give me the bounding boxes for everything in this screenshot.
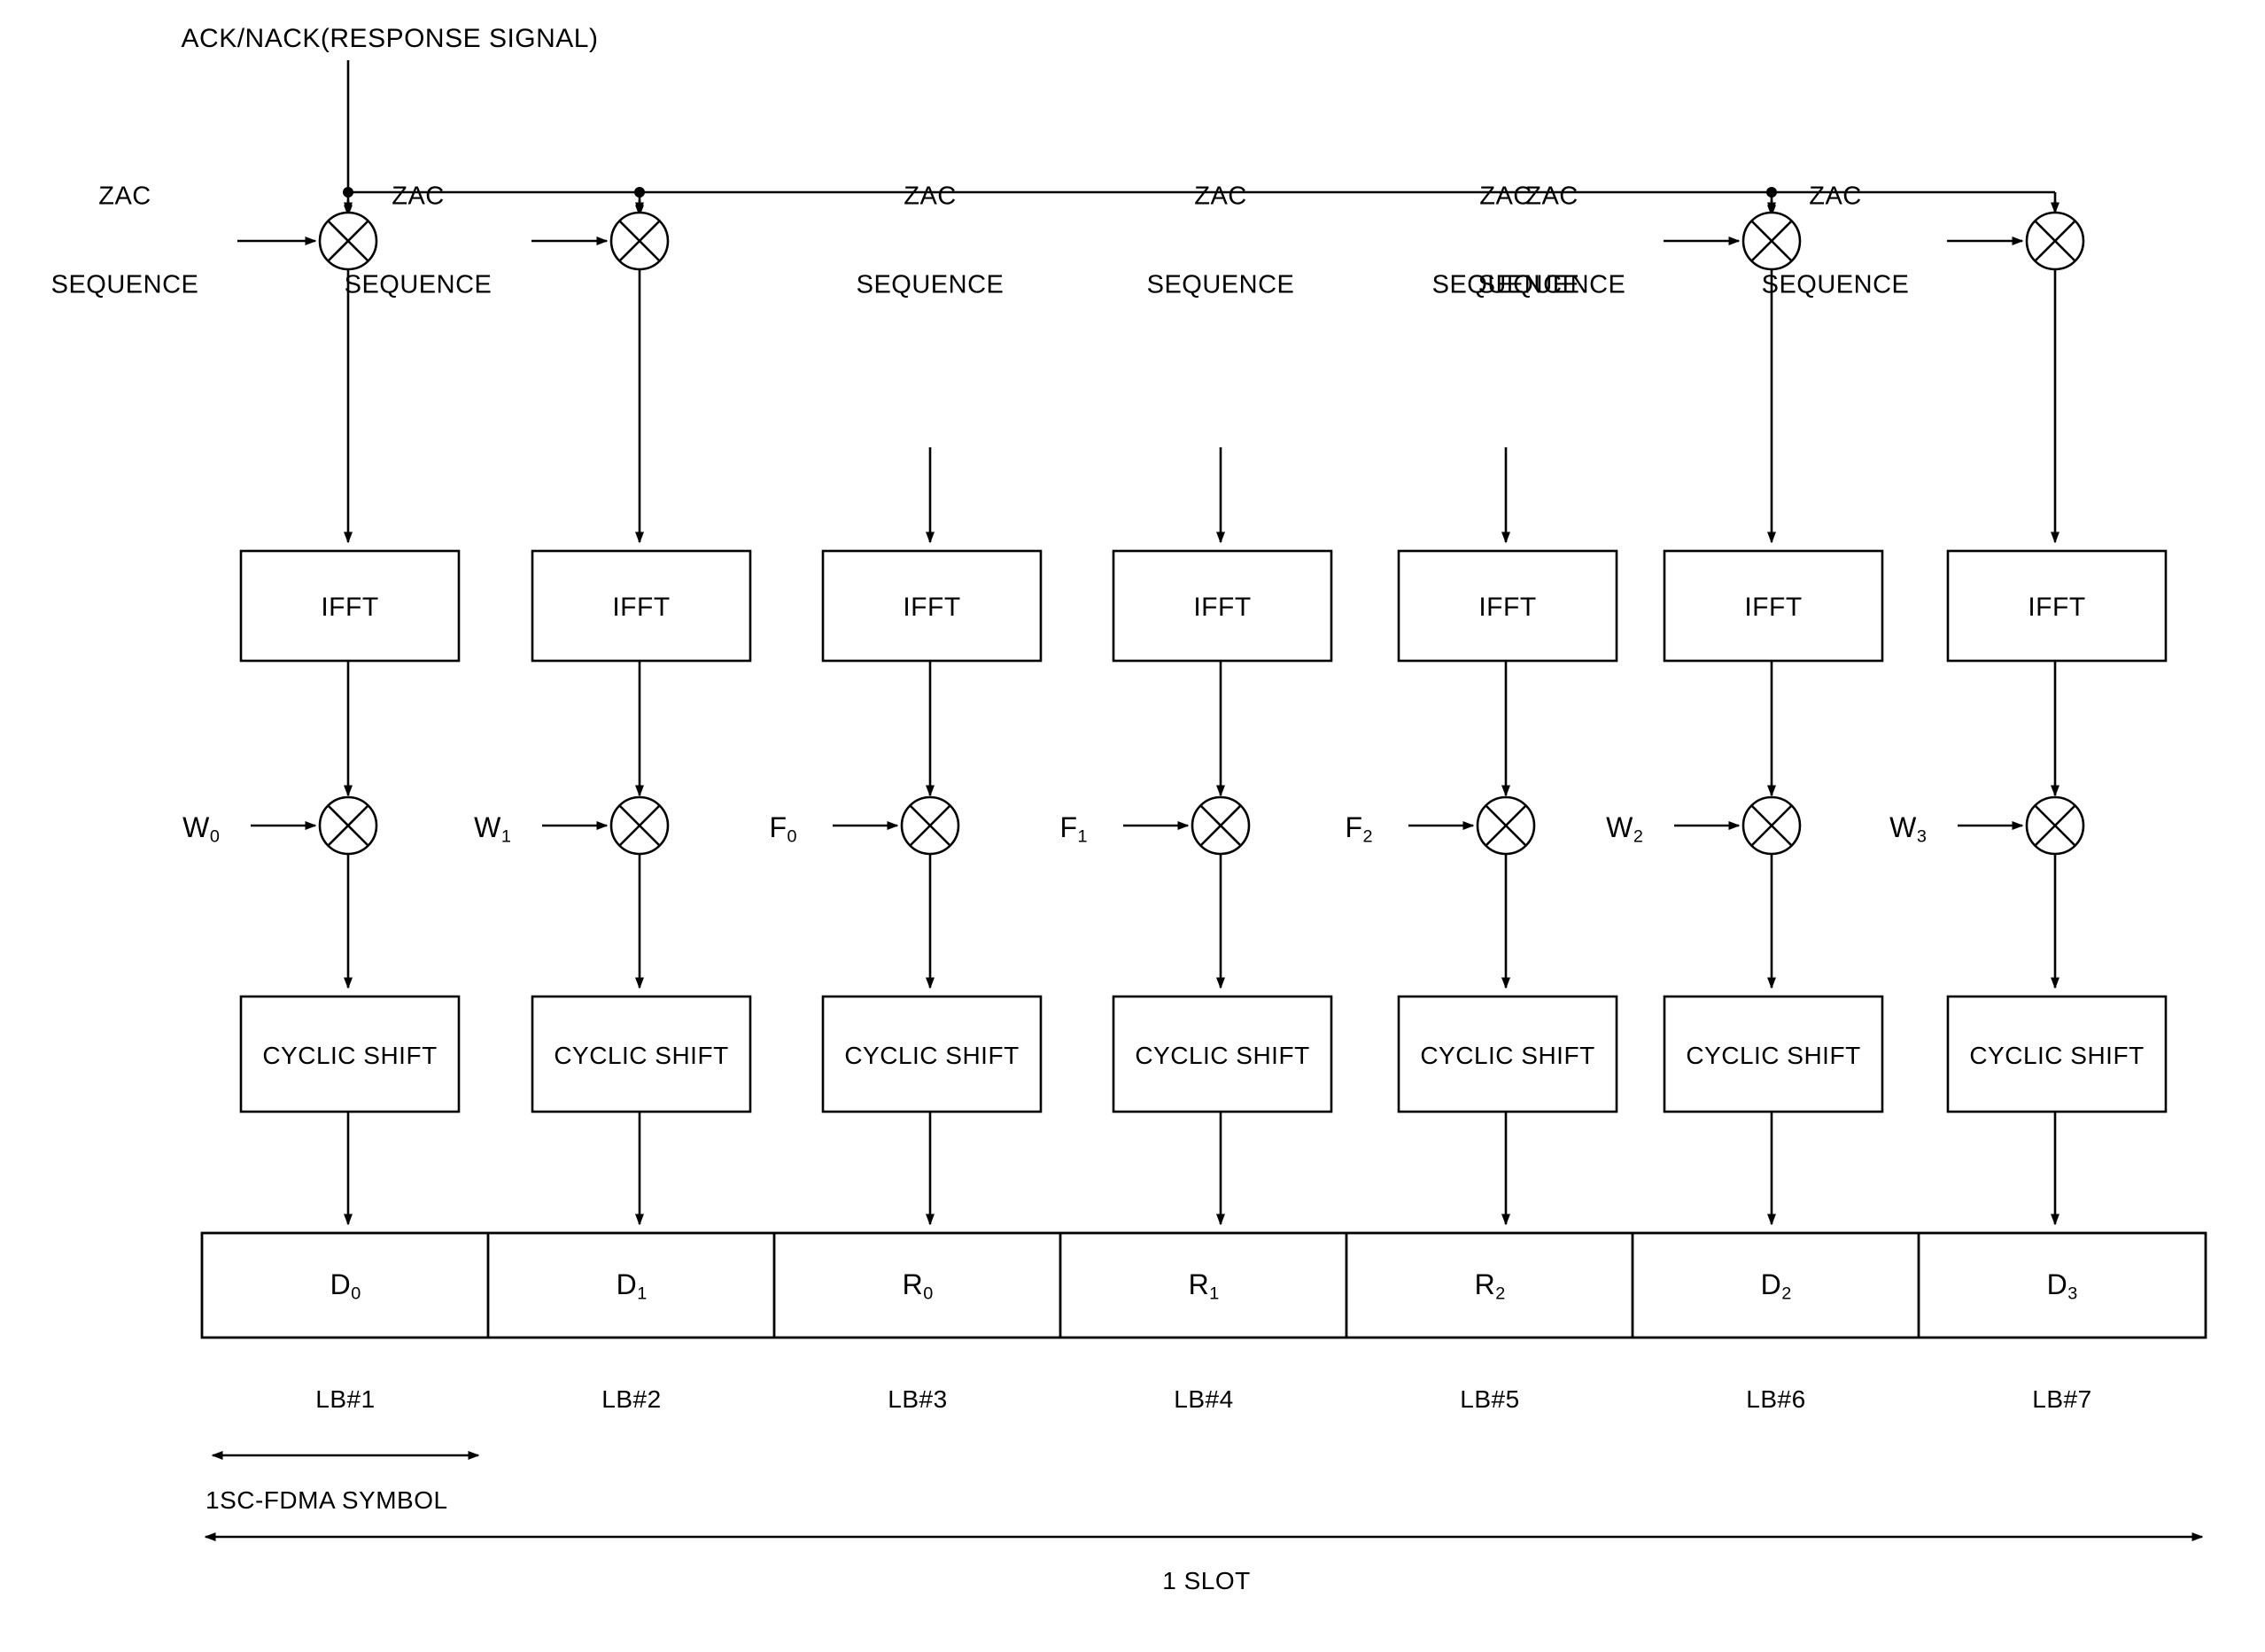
zac-line-1: ZAC [98, 182, 151, 211]
lb-label-4: LB#4 [1174, 1384, 1234, 1413]
zac-line-2: SEQUENCE [1478, 270, 1626, 299]
zac-sequence-label-col-6: ZAC SEQUENCE [1478, 123, 1626, 360]
ifft-label-col-3: IFFT [903, 592, 961, 622]
cell-subscript: 0 [351, 1284, 361, 1304]
weight-subscript: 2 [1362, 826, 1373, 847]
cyclic-shift-label-col-3: CYCLIC SHIFT [844, 1041, 1020, 1069]
weight-subscript: 0 [209, 826, 220, 847]
cell-symbol: R [902, 1268, 924, 1300]
lb-label-7: LB#7 [2032, 1384, 2092, 1413]
slot-cell-label-6: D2 [1761, 1268, 1792, 1304]
weight-subscript: 3 [1916, 826, 1927, 847]
one-slot-annotation: 1 SLOT [1162, 1566, 1251, 1594]
zac-sequence-label-col-1: ZAC SEQUENCE [51, 123, 199, 360]
ifft-label-col-6: IFFT [1744, 592, 1803, 622]
cell-subscript: 1 [1209, 1284, 1220, 1304]
zac-line-1: ZAC [1194, 182, 1247, 211]
zac-line-1: ZAC [1809, 182, 1862, 211]
zac-sequence-label-col-4: ZAC SEQUENCE [1147, 123, 1295, 360]
cell-symbol: R [1474, 1268, 1496, 1300]
sc-fdma-symbol-annotation: 1SC-FDMA SYMBOL [206, 1486, 448, 1514]
weight-label-col-1: W0 [182, 811, 220, 847]
cell-subscript: 0 [923, 1284, 934, 1304]
weight-symbol: F [1345, 810, 1363, 843]
slot-cell-label-2: D1 [617, 1268, 648, 1304]
cyclic-shift-label-col-2: CYCLIC SHIFT [554, 1041, 729, 1069]
lb-label-3: LB#3 [888, 1384, 948, 1413]
cell-symbol: D [330, 1268, 352, 1300]
cell-subscript: 2 [1495, 1284, 1506, 1304]
slot-cell-label-5: R2 [1475, 1268, 1506, 1304]
zac-sequence-label-col-7: ZAC SEQUENCE [1762, 123, 1910, 360]
junction-dot-col-2 [634, 187, 645, 198]
zac-line-2: SEQUENCE [344, 270, 493, 299]
weight-subscript: 1 [1077, 826, 1088, 847]
zac-sequence-label-col-2: ZAC SEQUENCE [345, 123, 493, 360]
cyclic-shift-label-col-6: CYCLIC SHIFT [1686, 1041, 1861, 1069]
ifft-label-col-1: IFFT [321, 592, 379, 622]
weight-symbol: W [182, 810, 210, 843]
lb-label-2: LB#2 [601, 1384, 662, 1413]
weight-symbol: F [1059, 810, 1078, 843]
weight-label-col-4: F1 [1059, 811, 1087, 847]
weight-label-col-5: F2 [1345, 811, 1372, 847]
lb-label-1: LB#1 [315, 1384, 376, 1413]
weight-label-col-6: W2 [1606, 811, 1643, 847]
zac-line-1: ZAC [1525, 182, 1579, 211]
cell-subscript: 2 [1781, 1284, 1792, 1304]
lb-label-6: LB#6 [1746, 1384, 1806, 1413]
cyclic-shift-label-col-7: CYCLIC SHIFT [1969, 1041, 2145, 1069]
zac-sequence-label-col-3: ZAC SEQUENCE [857, 123, 1005, 360]
ifft-label-col-2: IFFT [612, 592, 671, 622]
weight-subscript: 2 [1633, 826, 1643, 847]
cell-subscript: 1 [637, 1284, 648, 1304]
zac-line-2: SEQUENCE [856, 270, 1005, 299]
cell-symbol: D [2046, 1268, 2068, 1300]
lb-label-5: LB#5 [1460, 1384, 1520, 1413]
weight-label-col-3: F0 [769, 811, 796, 847]
weight-symbol: F [769, 810, 787, 843]
cyclic-shift-label-col-5: CYCLIC SHIFT [1420, 1041, 1595, 1069]
slot-cell-label-7: D3 [2047, 1268, 2078, 1304]
cyclic-shift-label-col-1: CYCLIC SHIFT [262, 1041, 438, 1069]
weight-symbol: W [474, 810, 501, 843]
slot-cell-label-1: D0 [330, 1268, 361, 1304]
cell-subscript: 3 [2067, 1284, 2078, 1304]
cyclic-shift-label-col-4: CYCLIC SHIFT [1135, 1041, 1310, 1069]
zac-line-1: ZAC [392, 182, 445, 211]
weight-label-col-2: W1 [474, 811, 511, 847]
weight-symbol: W [1606, 810, 1633, 843]
ifft-label-col-4: IFFT [1193, 592, 1252, 622]
zac-line-2: SEQUENCE [1761, 270, 1910, 299]
weight-subscript: 1 [500, 826, 511, 847]
patent-figure: ACK/NACK(RESPONSE SIGNAL) ZAC SEQUENCE Z… [0, 0, 2265, 1652]
slot-cell-label-4: R1 [1189, 1268, 1220, 1304]
weight-subscript: 0 [787, 826, 797, 847]
weight-symbol: W [1889, 810, 1917, 843]
page-title: ACK/NACK(RESPONSE SIGNAL) [181, 23, 599, 53]
zac-line-2: SEQUENCE [50, 270, 199, 299]
cell-symbol: D [616, 1268, 638, 1300]
ifft-label-col-5: IFFT [1478, 592, 1537, 622]
weight-label-col-7: W3 [1889, 811, 1927, 847]
slot-cell-label-3: R0 [903, 1268, 934, 1304]
zac-line-2: SEQUENCE [1146, 270, 1295, 299]
cell-symbol: D [1760, 1268, 1782, 1300]
cell-symbol: R [1188, 1268, 1210, 1300]
zac-line-1: ZAC [904, 182, 957, 211]
ifft-label-col-7: IFFT [2028, 592, 2086, 622]
